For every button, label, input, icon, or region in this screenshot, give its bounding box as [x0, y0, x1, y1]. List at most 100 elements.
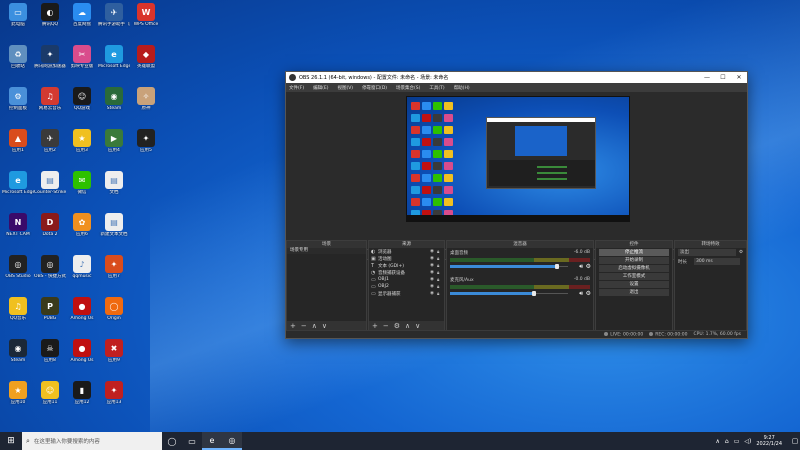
edge-icon[interactable]: e [202, 432, 222, 450]
desktop-icon[interactable]: ✦ 应用5 [130, 129, 162, 163]
lock-icon[interactable]: 🔒︎ [437, 263, 444, 269]
desktop-icon[interactable]: ✿ 应用6 [66, 213, 98, 247]
desktop-icon[interactable]: ▲ 应用1 [2, 129, 34, 163]
volume-slider[interactable] [450, 264, 568, 269]
task-view-icon[interactable]: ◯ [162, 432, 182, 450]
eye-icon[interactable]: ◉ [430, 256, 437, 261]
desktop-icon[interactable]: ● Among Us [66, 339, 98, 373]
menu-file[interactable]: 文件(F) [289, 85, 304, 91]
volume-slider-knob[interactable] [531, 291, 536, 296]
add-scene-icon[interactable]: + [290, 322, 296, 330]
close-icon[interactable]: ✕ [731, 74, 747, 81]
lock-icon[interactable]: 🔒︎ [437, 277, 444, 283]
eye-icon[interactable]: ◉ [430, 263, 437, 268]
studio-mode-button[interactable]: 工作室模式 [599, 273, 669, 280]
remove-source-icon[interactable]: − [383, 322, 389, 330]
menu-tools[interactable]: 工具(T) [429, 85, 444, 91]
desktop-icon[interactable]: ✂ 剪映专业版 [66, 45, 98, 79]
network-icon[interactable]: ⌂ [725, 438, 729, 445]
source-item[interactable]: ◔ 音频捕获设备 ◉ 🔒︎ [369, 269, 444, 276]
desktop-icon[interactable]: W WPS Office [130, 3, 162, 37]
desktop-icon[interactable]: ✦ 应用7 [98, 255, 130, 289]
eye-icon[interactable]: ◉ [430, 249, 437, 254]
desktop-icon[interactable]: ★ 应用3 [66, 129, 98, 163]
stop-streaming-button[interactable]: 停止推流 [599, 249, 669, 256]
desktop-icon[interactable]: ◎ OBS - 快捷方式 [34, 255, 66, 289]
desktop-icon[interactable]: ♫ QQ音乐 [2, 297, 34, 331]
desktop-icon[interactable]: ☺ QQ游戏 [66, 87, 98, 121]
menu-view[interactable]: 视图(V) [337, 85, 353, 91]
taskbar-search[interactable]: ⌕ 在这里输入你要搜索的内容 [22, 432, 162, 450]
menu-edit[interactable]: 编辑(E) [313, 85, 328, 91]
desktop-icon[interactable]: ✈腾讯手游助手（腾讯网游加速） [98, 3, 130, 37]
desktop-icon[interactable]: ▮ 应用12 [66, 381, 98, 415]
source-item[interactable]: ◐ 浏览器 ◉ 🔒︎ [369, 248, 444, 255]
desktop-icon[interactable]: ● Among Us [66, 297, 98, 331]
desktop-icon[interactable]: ☺ 应用11 [34, 381, 66, 415]
notification-icon[interactable]: ▢ [790, 437, 800, 445]
clock[interactable]: 9:27 2022/1/24 [756, 435, 782, 447]
obs-icon[interactable]: ◎ [222, 432, 242, 450]
desktop-icon[interactable]: N NEXT CAM [2, 213, 34, 247]
desktop-icon[interactable]: ✦ 应用13 [98, 381, 130, 415]
lock-icon[interactable]: 🔒︎ [437, 256, 444, 262]
file-explorer-icon[interactable]: ▭ [182, 432, 202, 450]
maximize-icon[interactable]: ☐ [715, 74, 731, 81]
lock-icon[interactable]: 🔒︎ [437, 249, 444, 255]
desktop-icon[interactable]: ◯ Origin [98, 297, 130, 331]
source-item[interactable]: T 文本 (GDI+) ◉ 🔒︎ [369, 262, 444, 269]
desktop-icon[interactable]: ✧ 原神 [130, 87, 162, 121]
menu-help[interactable]: 帮助(H) [454, 85, 470, 91]
desktop-icon[interactable]: D Dota 2 [34, 213, 66, 247]
scene-item[interactable]: 场景专用 [287, 248, 366, 254]
add-source-icon[interactable]: + [372, 322, 378, 330]
desktop-icon[interactable]: ◉ Steam [2, 339, 34, 373]
obs-titlebar[interactable]: OBS 26.1.1 (64-bit, windows) - 配置文件: 未命名… [286, 72, 747, 83]
settings-button[interactable]: 设置 [599, 281, 669, 288]
exit-button[interactable]: 退出 [599, 289, 669, 296]
speaker-icon[interactable]: 🔊︎ [579, 263, 583, 271]
move-up-icon[interactable]: ∧ [405, 322, 410, 330]
start-icon[interactable]: ⊞ [0, 432, 22, 450]
remove-scene-icon[interactable]: − [301, 322, 307, 330]
lock-icon[interactable]: 🔒︎ [437, 291, 444, 297]
battery-icon[interactable]: ▭ [734, 438, 740, 445]
desktop-icon[interactable]: ✖ 应用9 [98, 339, 130, 373]
preview-canvas[interactable] [406, 96, 630, 222]
eye-icon[interactable]: ◉ [430, 291, 437, 296]
desktop-icon[interactable]: ▤ Counter-Strike [34, 171, 66, 205]
desktop-icon[interactable]: ◎ OBS Studio [2, 255, 34, 289]
desktop-icon[interactable]: ◆ 英雄联盟 [130, 45, 162, 79]
desktop-icon[interactable]: ★ 应用10 [2, 381, 34, 415]
desktop-icon[interactable]: ♫ 网易云音乐 [34, 87, 66, 121]
source-item[interactable]: ▭ OBJ2 ◉ 🔒︎ [369, 283, 444, 290]
transition-settings-icon[interactable]: ⚙ [739, 250, 743, 255]
source-settings-icon[interactable]: ⚙ [394, 322, 400, 330]
desktop-icon[interactable]: ☠ 应用8 [34, 339, 66, 373]
desktop-icon[interactable]: e Microsoft Edge [98, 45, 130, 79]
desktop-icon[interactable]: ◐ 腾讯QQ [34, 3, 66, 37]
lock-icon[interactable]: 🔒︎ [437, 284, 444, 290]
desktop-icon[interactable]: ▶ 应用4 [98, 129, 130, 163]
desktop-icon[interactable]: e Microsoft Edge [2, 171, 34, 205]
source-item[interactable]: ▣ 活动图 ◉ 🔒︎ [369, 255, 444, 262]
desktop-icon[interactable]: ♻ 回收站 [2, 45, 34, 79]
volume-icon[interactable]: ◁) [744, 438, 751, 445]
desktop-icon[interactable]: ☁ 百度网盘 [66, 3, 98, 37]
gear-icon[interactable]: ⚙ [586, 290, 591, 297]
menu-docks[interactable]: 停靠窗口(D) [362, 85, 387, 91]
volume-slider[interactable] [450, 291, 568, 296]
lock-icon[interactable]: 🔒︎ [437, 270, 444, 276]
eye-icon[interactable]: ◉ [430, 277, 437, 282]
menu-scene-collection[interactable]: 场景集合(S) [396, 85, 420, 91]
desktop-icon[interactable]: ✈ 应用2 [34, 129, 66, 163]
tray-overflow-icon[interactable]: ∧ [716, 438, 720, 445]
start-virtual-camera-button[interactable]: 启动虚拟摄像机 [599, 265, 669, 272]
move-down-icon[interactable]: ∨ [415, 322, 420, 330]
desktop-icon[interactable]: ⚙ 控制面板 [2, 87, 34, 121]
move-up-icon[interactable]: ∧ [312, 322, 317, 330]
desktop-icon[interactable]: ✉ 微信 [66, 171, 98, 205]
speaker-icon[interactable]: 🔊︎ [579, 290, 583, 298]
desktop-icon[interactable]: ✦ 腾讯网游加速器 [34, 45, 66, 79]
desktop-icon[interactable]: ▤ 文档 [98, 171, 130, 205]
